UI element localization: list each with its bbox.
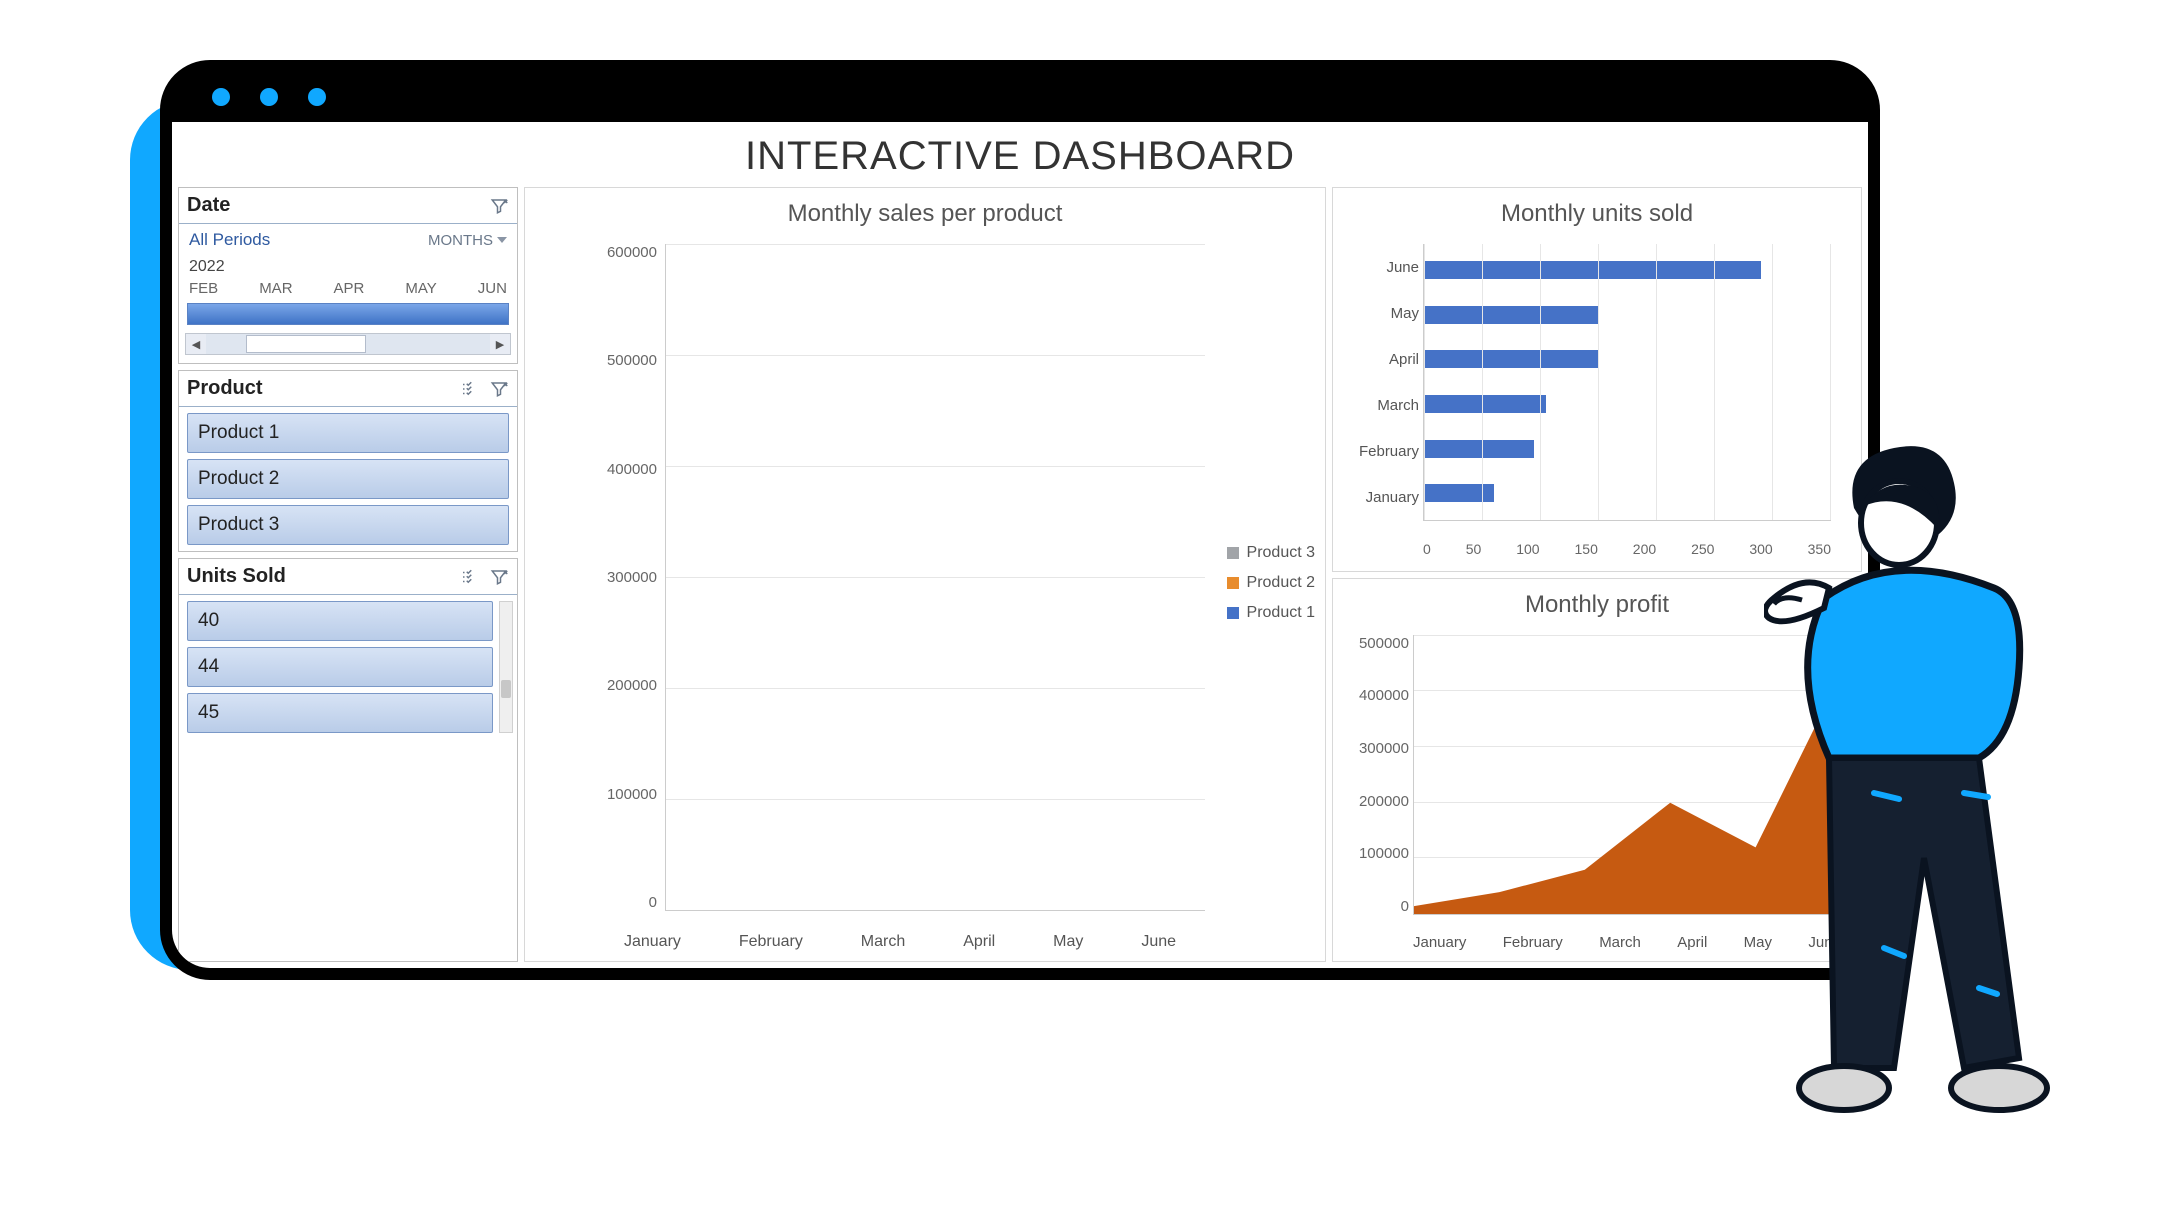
timeline-selection-bar[interactable] bbox=[187, 303, 509, 325]
units-option[interactable]: 45 bbox=[187, 693, 493, 733]
sales-chart-title: Monthly sales per product bbox=[525, 188, 1325, 234]
timeline-month-labels: FEB MAR APR MAY JUN bbox=[179, 278, 517, 301]
bar bbox=[1424, 261, 1761, 279]
units-option[interactable]: 44 bbox=[187, 647, 493, 687]
units-slicer-title: Units Sold bbox=[187, 565, 286, 588]
bar bbox=[1424, 440, 1534, 458]
window-dot-2 bbox=[260, 88, 278, 106]
tablet-frame: INTERACTIVE DASHBOARD Date bbox=[160, 60, 1880, 980]
clear-filter-icon[interactable] bbox=[489, 567, 509, 587]
chevron-down-icon bbox=[497, 237, 507, 243]
granularity-dropdown[interactable]: MONTHS bbox=[428, 230, 507, 250]
clear-filter-icon[interactable] bbox=[489, 379, 509, 399]
product-slicer: Product Product 1 bbox=[178, 370, 518, 552]
bar bbox=[1424, 395, 1546, 413]
product-option[interactable]: Product 1 bbox=[187, 413, 509, 453]
bar bbox=[1424, 484, 1494, 502]
page-title: INTERACTIVE DASHBOARD bbox=[172, 122, 1868, 187]
product-option[interactable]: Product 3 bbox=[187, 505, 509, 545]
window-dot-1 bbox=[212, 88, 230, 106]
all-periods-link[interactable]: All Periods bbox=[189, 230, 270, 250]
sales-legend: Product 3Product 2Product 1 bbox=[1227, 544, 1315, 622]
scroll-left-button[interactable]: ◀ bbox=[186, 334, 206, 354]
product-slicer-title: Product bbox=[187, 377, 263, 400]
sales-chart: Monthly sales per product 60000050000040… bbox=[524, 187, 1326, 962]
dashboard-screen: INTERACTIVE DASHBOARD Date bbox=[172, 122, 1868, 968]
sales-plot bbox=[665, 244, 1205, 911]
timeline-scrollbar[interactable]: ◀ ▶ bbox=[185, 333, 511, 355]
units-scrollbar[interactable] bbox=[499, 601, 513, 733]
scroll-thumb[interactable] bbox=[246, 335, 366, 353]
person-illustration bbox=[1764, 428, 2084, 1128]
bar bbox=[1424, 350, 1598, 368]
sales-x-axis: JanuaryFebruaryMarchAprilMayJune bbox=[595, 933, 1205, 951]
date-slicer: Date All Periods MONTHS bbox=[178, 187, 518, 364]
units-y-axis: JuneMayAprilMarchFebruaryJanuary bbox=[1337, 244, 1419, 521]
product-option[interactable]: Product 2 bbox=[187, 459, 509, 499]
sales-y-axis: 6000005000004000003000002000001000000 bbox=[595, 244, 663, 911]
scroll-right-button[interactable]: ▶ bbox=[490, 334, 510, 354]
units-slicer: Units Sold 40 bbox=[178, 558, 518, 962]
date-slicer-title: Date bbox=[187, 194, 230, 217]
timeline-year: 2022 bbox=[179, 256, 517, 278]
window-dot-3 bbox=[308, 88, 326, 106]
multi-select-icon[interactable] bbox=[459, 379, 479, 399]
multi-select-icon[interactable] bbox=[459, 567, 479, 587]
units-chart-title: Monthly units sold bbox=[1333, 188, 1861, 234]
units-option[interactable]: 40 bbox=[187, 601, 493, 641]
clear-filter-icon[interactable] bbox=[489, 196, 509, 216]
bar bbox=[1424, 306, 1598, 324]
profit-y-axis: 0100000200000300000400000500000 bbox=[1335, 635, 1409, 916]
